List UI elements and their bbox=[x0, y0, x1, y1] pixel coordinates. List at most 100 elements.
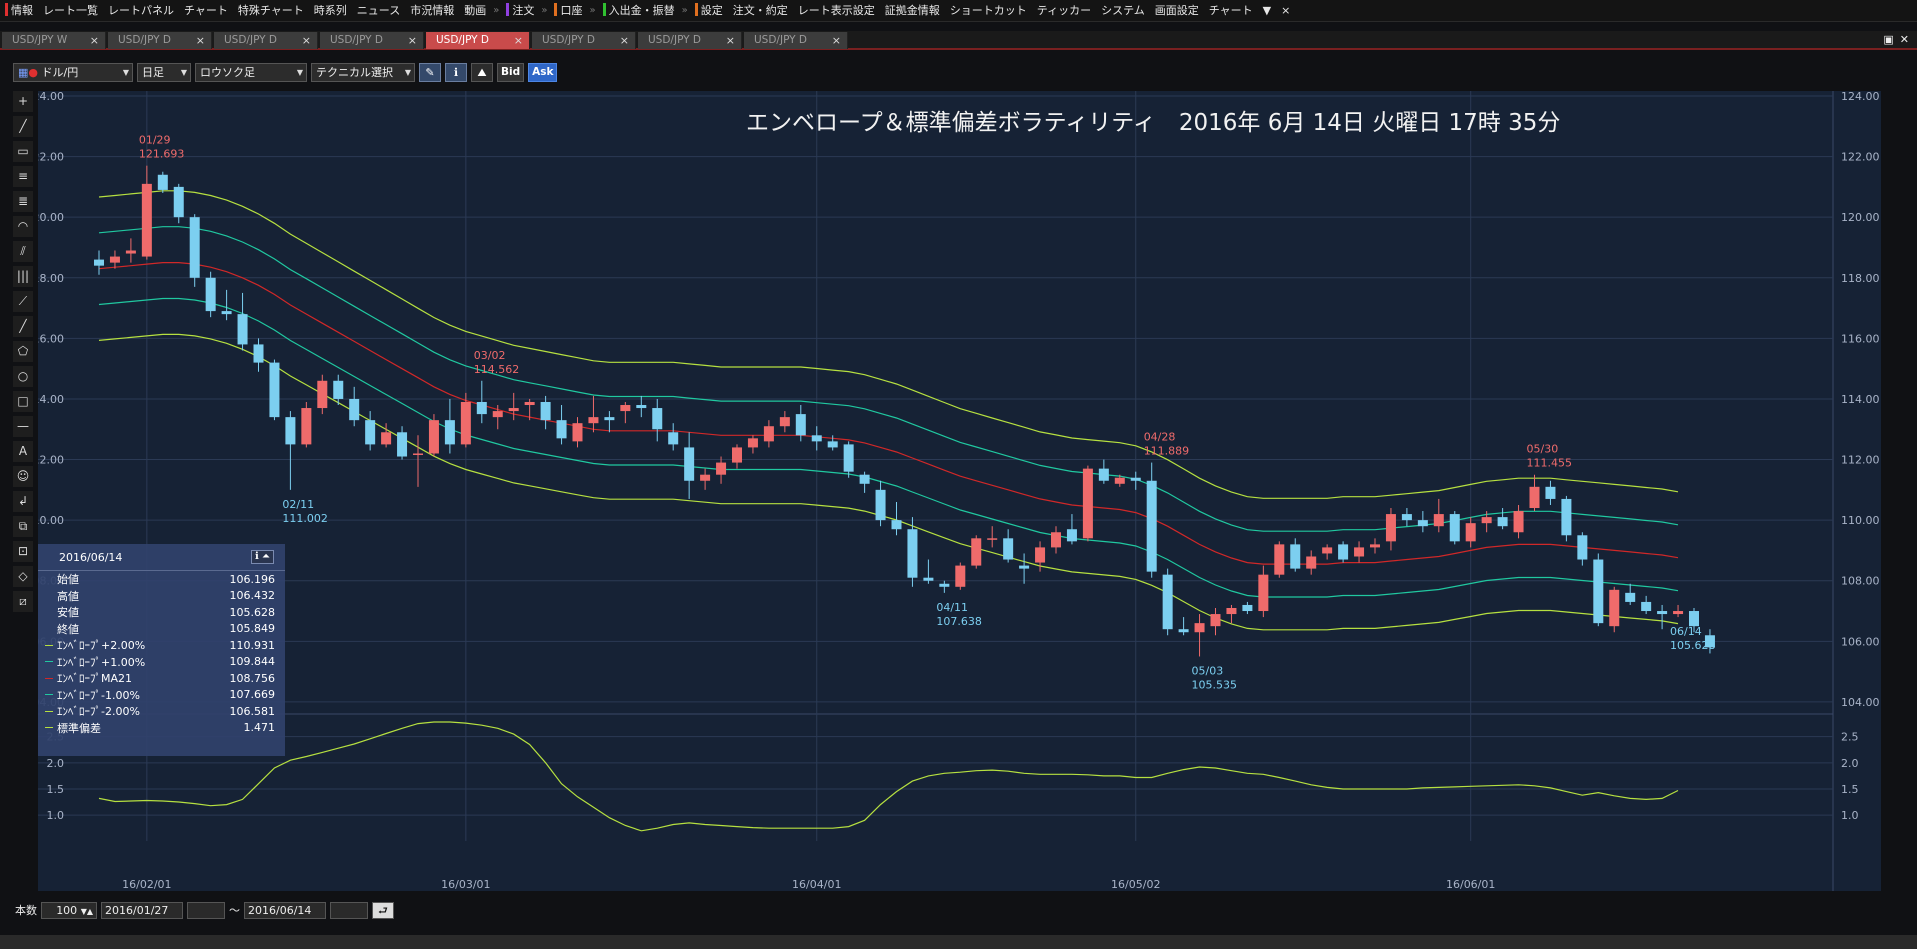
menu-item-label: 情報 bbox=[11, 3, 33, 17]
drawing-tool-icon[interactable]: ○ bbox=[13, 366, 33, 387]
menu-item[interactable]: 設定 bbox=[690, 0, 728, 22]
drawing-tool-icon[interactable]: ▭ bbox=[13, 141, 33, 162]
menu-item[interactable]: レートパネル bbox=[103, 0, 179, 22]
chart-tab[interactable]: USD/JPY D × bbox=[638, 32, 742, 49]
chart-tab[interactable]: USD/JPY D × bbox=[532, 32, 636, 49]
drawing-tool-icon[interactable]: A bbox=[13, 441, 33, 462]
mountain-chart-icon[interactable]: ⛰ bbox=[471, 63, 493, 82]
menu-item[interactable]: 動画 bbox=[459, 0, 491, 22]
menu-item[interactable]: 口座 bbox=[549, 0, 587, 22]
menu-item[interactable]: レート一覧 bbox=[38, 0, 103, 22]
jp-flag-icon: ● bbox=[28, 66, 39, 79]
close-icon[interactable]: × bbox=[302, 32, 311, 49]
drawing-tool-icon[interactable]: — bbox=[13, 416, 33, 437]
chart-tab[interactable]: USD/JPY D × bbox=[426, 32, 530, 49]
close-icon[interactable]: × bbox=[620, 32, 629, 49]
spinner-icon[interactable]: ▼▲ bbox=[81, 907, 93, 916]
menu-item[interactable]: 入出金・振替 bbox=[598, 0, 680, 22]
us-flag-icon: ▦ bbox=[18, 66, 29, 79]
annotation-date: 01/29 bbox=[139, 134, 171, 147]
menu-item[interactable]: 時系列 bbox=[309, 0, 352, 22]
end-time-field[interactable] bbox=[330, 901, 368, 919]
close-icon[interactable]: × bbox=[832, 32, 841, 49]
period-select[interactable]: 日足 ▼ bbox=[137, 63, 191, 82]
drawing-tool-icon[interactable]: ⧉ bbox=[13, 516, 33, 537]
candle-body bbox=[157, 174, 168, 190]
menu-item[interactable]: 特殊チャート bbox=[233, 0, 309, 22]
drawing-tool-icon[interactable]: ⬠ bbox=[13, 341, 33, 362]
close-icon[interactable]: × bbox=[514, 32, 523, 49]
drawing-tool-icon[interactable]: ↲ bbox=[13, 491, 33, 512]
candle-body bbox=[1114, 477, 1125, 484]
drawing-tool-icon[interactable]: ☺ bbox=[13, 466, 33, 487]
symbol-select[interactable]: ▦● ドル/円 ▼ bbox=[13, 63, 133, 82]
technical-select[interactable]: テクニカル選択 ▼ bbox=[311, 63, 415, 82]
menu-item[interactable]: 注文 bbox=[501, 0, 539, 22]
menu-item[interactable]: 情報 bbox=[0, 0, 38, 22]
drawing-tool-icon[interactable]: ||| bbox=[13, 266, 33, 287]
ask-button[interactable]: Ask bbox=[528, 63, 558, 82]
drawing-tool-icon[interactable]: ◇ bbox=[13, 566, 33, 587]
chart-tab[interactable]: USD/JPY D × bbox=[744, 32, 848, 49]
menu-item[interactable]: チャート bbox=[179, 0, 233, 22]
candle-body bbox=[684, 447, 695, 481]
drawing-tool-icon[interactable]: ≣ bbox=[13, 191, 33, 212]
chart-tab[interactable]: USD/JPY D × bbox=[108, 32, 212, 49]
chart-area[interactable]: 124.00 124.00 122.00 122.00 120.00 120.00 118.… bbox=[38, 91, 1881, 891]
menu-item[interactable]: 市況情報 bbox=[405, 0, 459, 22]
drawing-tool-icon[interactable]: ╱ bbox=[13, 116, 33, 137]
menu-item[interactable]: ショートカット bbox=[945, 0, 1032, 22]
sd-tick-label: 1.0 bbox=[1841, 809, 1859, 822]
close-window-icon[interactable]: ✕ bbox=[1900, 33, 1909, 46]
menu-item[interactable]: ▼ bbox=[1258, 0, 1276, 22]
chart-title: エンベロープ＆標準偏差ボラティリティ 2016年 6月 14日 火曜日 17時 … bbox=[746, 110, 1560, 136]
series-color-swatch bbox=[45, 710, 53, 712]
drawing-tool-icon[interactable]: + bbox=[13, 91, 33, 112]
chart-tab[interactable]: USD/JPY W × bbox=[2, 32, 106, 49]
drawing-tool-icon[interactable]: ⟋ bbox=[13, 291, 33, 312]
end-date-field[interactable]: 2016/06/14 bbox=[244, 901, 326, 919]
annotation-value: 114.562 bbox=[474, 363, 520, 376]
menu-item[interactable]: 注文・約定 bbox=[728, 0, 793, 22]
candle-body bbox=[875, 489, 886, 521]
annotation-value: 107.638 bbox=[936, 615, 982, 628]
chart-type-select[interactable]: ロウソク足 ▼ bbox=[195, 63, 307, 82]
menu-item[interactable]: 画面設定 bbox=[1150, 0, 1204, 22]
drawing-tool-icon[interactable]: ◠ bbox=[13, 216, 33, 237]
menu-item[interactable]: システム bbox=[1096, 0, 1150, 22]
pencil-icon[interactable]: ✎ bbox=[419, 63, 441, 82]
drawing-tool-icon[interactable]: ⫽ bbox=[13, 241, 33, 262]
restore-icon[interactable]: ▣ bbox=[1883, 33, 1893, 46]
chart-tab[interactable]: USD/JPY D × bbox=[214, 32, 318, 49]
price-chart[interactable]: 124.00 124.00 122.00 122.00 120.00 120.00 118.… bbox=[38, 91, 1881, 891]
menu-item[interactable]: ニュース bbox=[352, 0, 405, 22]
start-time-field[interactable] bbox=[187, 901, 225, 919]
info-collapse-icon[interactable]: ℹ ⏶ bbox=[251, 550, 274, 564]
start-date-field[interactable]: 2016/01/27 bbox=[101, 901, 183, 919]
menu-item[interactable]: ティッカー bbox=[1032, 0, 1096, 22]
drawing-tool-icon[interactable]: ⧄ bbox=[13, 591, 33, 612]
count-field[interactable]: 100 ▼▲ bbox=[41, 901, 97, 919]
close-icon[interactable]: × bbox=[196, 32, 205, 49]
candle-body bbox=[1354, 547, 1365, 557]
close-icon[interactable]: × bbox=[408, 32, 417, 49]
menu-item[interactable]: チャート bbox=[1204, 0, 1258, 22]
menu-item[interactable]: 証拠金情報 bbox=[880, 0, 945, 22]
refresh-icon[interactable]: ⮐ bbox=[372, 901, 394, 919]
info-icon[interactable]: ℹ bbox=[445, 63, 467, 82]
chart-tab[interactable]: USD/JPY D × bbox=[320, 32, 424, 49]
candle-body bbox=[1226, 607, 1237, 615]
menu-separator-icon: » bbox=[493, 5, 500, 16]
close-icon[interactable]: × bbox=[90, 32, 99, 49]
close-icon[interactable]: × bbox=[726, 32, 735, 49]
chart-type-label: ロウソク足 bbox=[200, 66, 255, 79]
data-window-row: ｴﾝﾍﾞﾛｰﾌﾟ+1.00% 109.844 bbox=[38, 654, 285, 671]
menu-item[interactable]: × bbox=[1276, 0, 1295, 22]
drawing-tool-icon[interactable]: ≡ bbox=[13, 166, 33, 187]
drawing-tool-icon[interactable]: □ bbox=[13, 391, 33, 412]
bid-button[interactable]: Bid bbox=[497, 63, 525, 82]
drawing-tool-icon[interactable]: ⊡ bbox=[13, 541, 33, 562]
drawing-tool-icon[interactable]: ╱ bbox=[13, 316, 33, 337]
menu-item[interactable]: レート表示設定 bbox=[793, 0, 880, 22]
series-color-swatch bbox=[45, 661, 53, 663]
